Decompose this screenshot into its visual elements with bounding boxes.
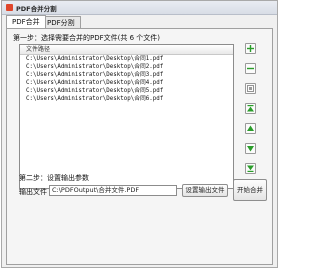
step1-label: 第一步：选择需要合并的PDF文件(共 6 个文件)	[13, 34, 161, 42]
set-output-file-button[interactable]: 设置输出文件	[182, 184, 228, 197]
tab-pdf-merge[interactable]: PDF合并	[6, 15, 46, 28]
move-bottom-icon	[247, 165, 254, 172]
list-item[interactable]: C:\Users\Administrator\Desktop\合同2.pdf	[20, 63, 233, 71]
move-top-button[interactable]	[245, 103, 256, 114]
start-merge-button[interactable]: 开始合并	[233, 179, 267, 201]
app-window: PDF合并分割 PDF合并 PDF分割 第一步：选择需要合并的PDF文件(共 6…	[1, 0, 278, 268]
move-up-button[interactable]	[245, 123, 256, 134]
list-item[interactable]: C:\Users\Administrator\Desktop\合同6.pdf	[20, 95, 233, 103]
remove-file-button[interactable]	[245, 63, 256, 74]
file-list[interactable]: 文件路径 C:\Users\Administrator\Desktop\合同1.…	[19, 44, 234, 189]
output-file-label: 输出文件	[19, 188, 47, 196]
step2-label: 第二步：设置输出参数	[19, 174, 89, 182]
title-bar: PDF合并分割	[2, 1, 277, 15]
list-item[interactable]: C:\Users\Administrator\Desktop\合同1.pdf	[20, 55, 233, 63]
add-icon	[247, 45, 254, 52]
move-bottom-button[interactable]	[245, 163, 256, 174]
clear-icon	[247, 85, 254, 92]
window-title: PDF合并分割	[16, 5, 57, 13]
move-down-button[interactable]	[245, 143, 256, 154]
list-header-path[interactable]: 文件路径	[20, 45, 233, 55]
app-icon	[6, 4, 13, 11]
remove-icon	[247, 67, 254, 70]
tab-pdf-split[interactable]: PDF分割	[41, 16, 81, 28]
add-file-button[interactable]	[245, 43, 256, 54]
move-top-icon	[247, 105, 254, 112]
output-file-field[interactable]: C:\PDFOutput\合并文件.PDF	[49, 185, 177, 196]
list-item[interactable]: C:\Users\Administrator\Desktop\合同3.pdf	[20, 71, 233, 79]
move-up-icon	[247, 125, 254, 131]
clear-list-button[interactable]	[245, 83, 256, 94]
list-item[interactable]: C:\Users\Administrator\Desktop\合同5.pdf	[20, 87, 233, 95]
move-down-icon	[247, 146, 254, 152]
list-item[interactable]: C:\Users\Administrator\Desktop\合同4.pdf	[20, 79, 233, 87]
merge-panel: 第一步：选择需要合并的PDF文件(共 6 个文件) 文件路径 C:\Users\…	[6, 28, 273, 265]
